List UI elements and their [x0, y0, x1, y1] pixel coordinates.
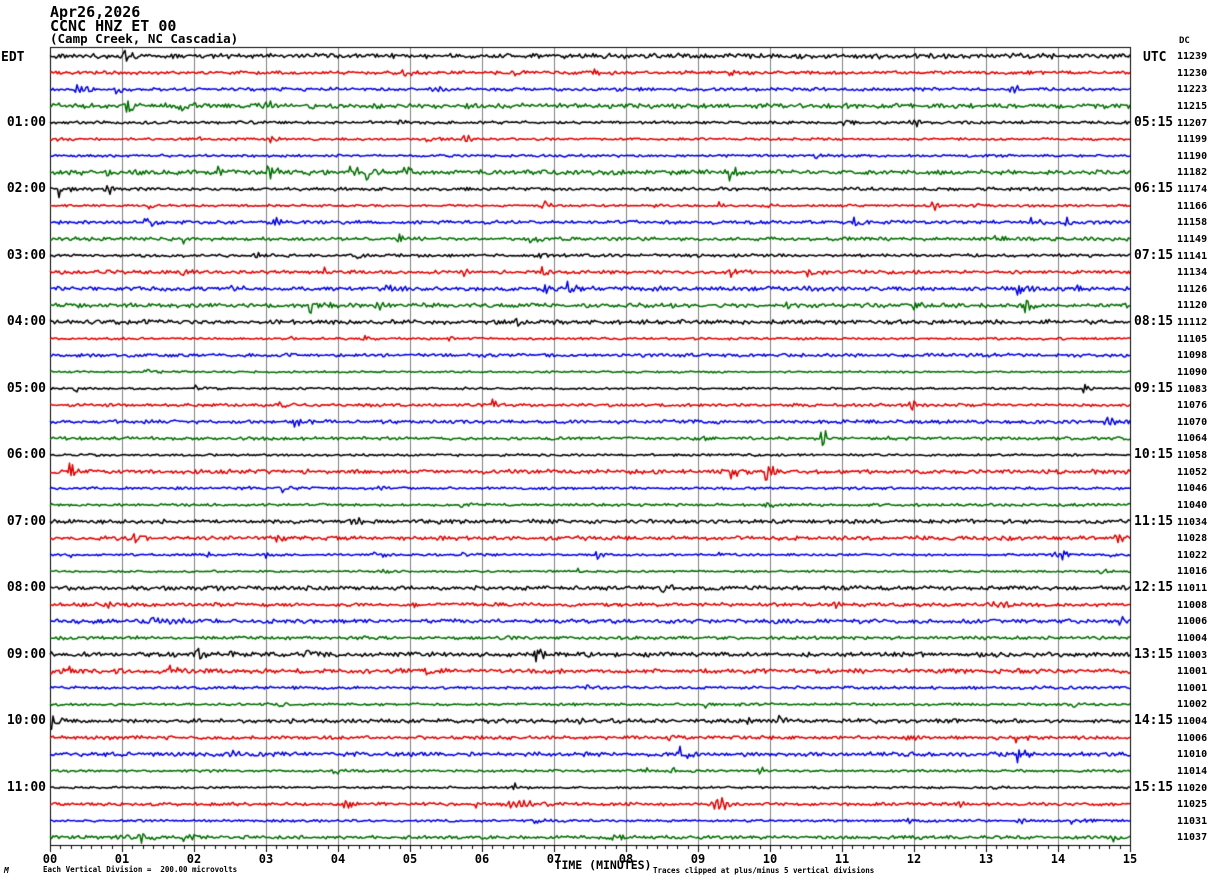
trace-count-label: 11034	[1177, 516, 1208, 528]
trace-count-label: 11076	[1177, 400, 1208, 412]
trace-count-label: 11064	[1177, 433, 1208, 445]
utc-hour-label: 08:15	[1134, 314, 1174, 329]
utc-hour-label: 09:15	[1134, 380, 1174, 396]
trace-count-label: 11199	[1177, 134, 1208, 146]
trace-count-label: 11098	[1177, 350, 1208, 362]
trace-count-label: 11025	[1177, 799, 1208, 811]
trace-count-label: 11004	[1177, 632, 1208, 644]
trace-count-label: 11008	[1177, 599, 1208, 611]
trace-count-label: 11166	[1177, 200, 1208, 212]
trace-count-label: 11028	[1177, 533, 1208, 545]
edt-hour-label: 09:00	[6, 646, 46, 662]
trace-count-label: 11090	[1177, 366, 1208, 378]
trace-count-label: 11002	[1177, 699, 1208, 711]
trace-count-label: 11112	[1177, 317, 1208, 328]
x-tick-label: 01	[114, 852, 130, 866]
trace-count-label: 11052	[1177, 466, 1208, 478]
trace-count-label: 11223	[1177, 84, 1208, 96]
trace-count-label: 11001	[1177, 682, 1208, 694]
trace-count-label: 11149	[1177, 233, 1208, 245]
trace-count-label: 11141	[1177, 250, 1208, 262]
trace-count-label: 11010	[1177, 749, 1208, 761]
x-tick-label: 08	[618, 852, 634, 866]
trace-count-label: 11182	[1177, 167, 1208, 179]
x-tick-label: 07	[546, 852, 562, 866]
utc-hour-label: 05:15	[1134, 114, 1174, 130]
trace-count-label: 11006	[1177, 616, 1208, 628]
x-tick-label: 13	[978, 852, 994, 866]
x-tick-label: 09	[690, 852, 706, 866]
trace-count-label: 11105	[1177, 333, 1208, 345]
utc-hour-label: 06:15	[1134, 181, 1174, 196]
trace-count-label: 11058	[1177, 450, 1208, 461]
utc-hour-label: 14:15	[1134, 713, 1174, 728]
utc-hour-label: 07:15	[1134, 247, 1174, 263]
trace-count-label: 11011	[1177, 583, 1208, 594]
trace-count-label: 11037	[1177, 832, 1208, 844]
x-tick-label: 04	[330, 852, 346, 866]
x-tick-label: 10	[762, 852, 778, 866]
x-tick-label: 02	[186, 852, 202, 866]
edt-hour-label: 06:00	[6, 447, 46, 462]
edt-hour-label: 01:00	[6, 114, 46, 130]
edt-hour-label: 02:00	[6, 181, 46, 196]
trace-count-label: 11126	[1177, 283, 1208, 295]
x-tick-label: 15	[1122, 852, 1138, 866]
trace-count-label: 11070	[1177, 416, 1208, 428]
edt-hour-label: 03:00	[6, 247, 46, 263]
trace-count-label: 11174	[1177, 184, 1208, 195]
edt-hour-label: 10:00	[6, 713, 46, 728]
trace-count-label: 11190	[1177, 150, 1208, 162]
trace-count-label: 11239	[1177, 51, 1208, 62]
trace-count-label: 11215	[1177, 100, 1208, 112]
utc-hour-label: 10:15	[1134, 447, 1174, 462]
trace-count-label: 11006	[1177, 732, 1208, 744]
trace-count-label: 11001	[1177, 666, 1208, 678]
trace-count-label: 11022	[1177, 549, 1208, 561]
trace-count-label: 11014	[1177, 765, 1208, 777]
trace-count-label: 11046	[1177, 483, 1208, 495]
utc-hour-label: 13:15	[1134, 646, 1174, 662]
trace-count-label: 11003	[1177, 649, 1208, 661]
trace-count-label: 11031	[1177, 815, 1208, 827]
axis-labels-layer: 01:00 05:15 02:00 06:15 03:00 07:15 04:00 08:15…	[0, 0, 1210, 886]
edt-hour-label: 11:00	[6, 779, 46, 795]
utc-hour-label: 11:15	[1134, 513, 1174, 529]
utc-hour-label: 12:15	[1134, 580, 1174, 595]
x-tick-label: 14	[1050, 852, 1066, 866]
edt-hour-label: 05:00	[6, 380, 46, 396]
edt-hour-label: 08:00	[6, 580, 46, 595]
edt-hour-label: 04:00	[6, 314, 46, 329]
x-tick-label: 11	[834, 852, 850, 866]
x-tick-label: 05	[402, 852, 418, 866]
trace-count-label: 11134	[1177, 267, 1208, 279]
trace-count-label: 11020	[1177, 782, 1208, 794]
x-tick-label: 12	[906, 852, 922, 866]
trace-count-label: 11207	[1177, 117, 1208, 129]
x-tick-label: 03	[258, 852, 274, 866]
x-tick-label: 00	[42, 852, 58, 866]
trace-count-label: 11230	[1177, 67, 1208, 79]
trace-count-label: 11040	[1177, 499, 1208, 511]
trace-count-label: 11120	[1177, 300, 1208, 312]
trace-count-label: 11004	[1177, 716, 1208, 727]
trace-count-label: 11158	[1177, 217, 1208, 229]
x-tick-label: 06	[474, 852, 490, 866]
utc-hour-label: 15:15	[1134, 779, 1174, 795]
trace-count-label: 11016	[1177, 566, 1208, 578]
heliplot-page: Apr26,2026 CCNC HNZ ET 00 (Camp Creek, N…	[0, 0, 1210, 886]
trace-count-label: 11083	[1177, 383, 1208, 395]
edt-hour-label: 07:00	[6, 513, 46, 529]
